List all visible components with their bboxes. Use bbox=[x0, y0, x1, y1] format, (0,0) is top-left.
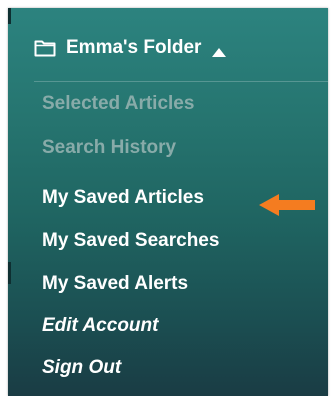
panel-edge-mark bbox=[8, 262, 11, 284]
menu-item-my-saved-alerts[interactable]: My Saved Alerts bbox=[42, 272, 188, 296]
menu-item-edit-account[interactable]: Edit Account bbox=[42, 314, 158, 338]
arrow-left-icon bbox=[257, 192, 317, 218]
panel-edge-mark bbox=[8, 8, 11, 24]
folder-toggle[interactable]: Emma's Folder bbox=[34, 35, 227, 61]
menu-item-sign-out[interactable]: Sign Out bbox=[42, 356, 121, 380]
menu-item-search-history: Search History bbox=[42, 137, 177, 158]
menu-item-selected-articles: Selected Articles bbox=[42, 93, 195, 114]
divider bbox=[34, 81, 328, 82]
page: Emma's Folder Selected Articles Search H… bbox=[0, 0, 336, 396]
folder-icon bbox=[34, 39, 56, 57]
menu-item-my-saved-articles[interactable]: My Saved Articles bbox=[42, 186, 204, 210]
menu-item-my-saved-searches[interactable]: My Saved Searches bbox=[42, 229, 219, 253]
caret-up-icon bbox=[211, 42, 227, 57]
folder-title: Emma's Folder bbox=[66, 37, 202, 58]
